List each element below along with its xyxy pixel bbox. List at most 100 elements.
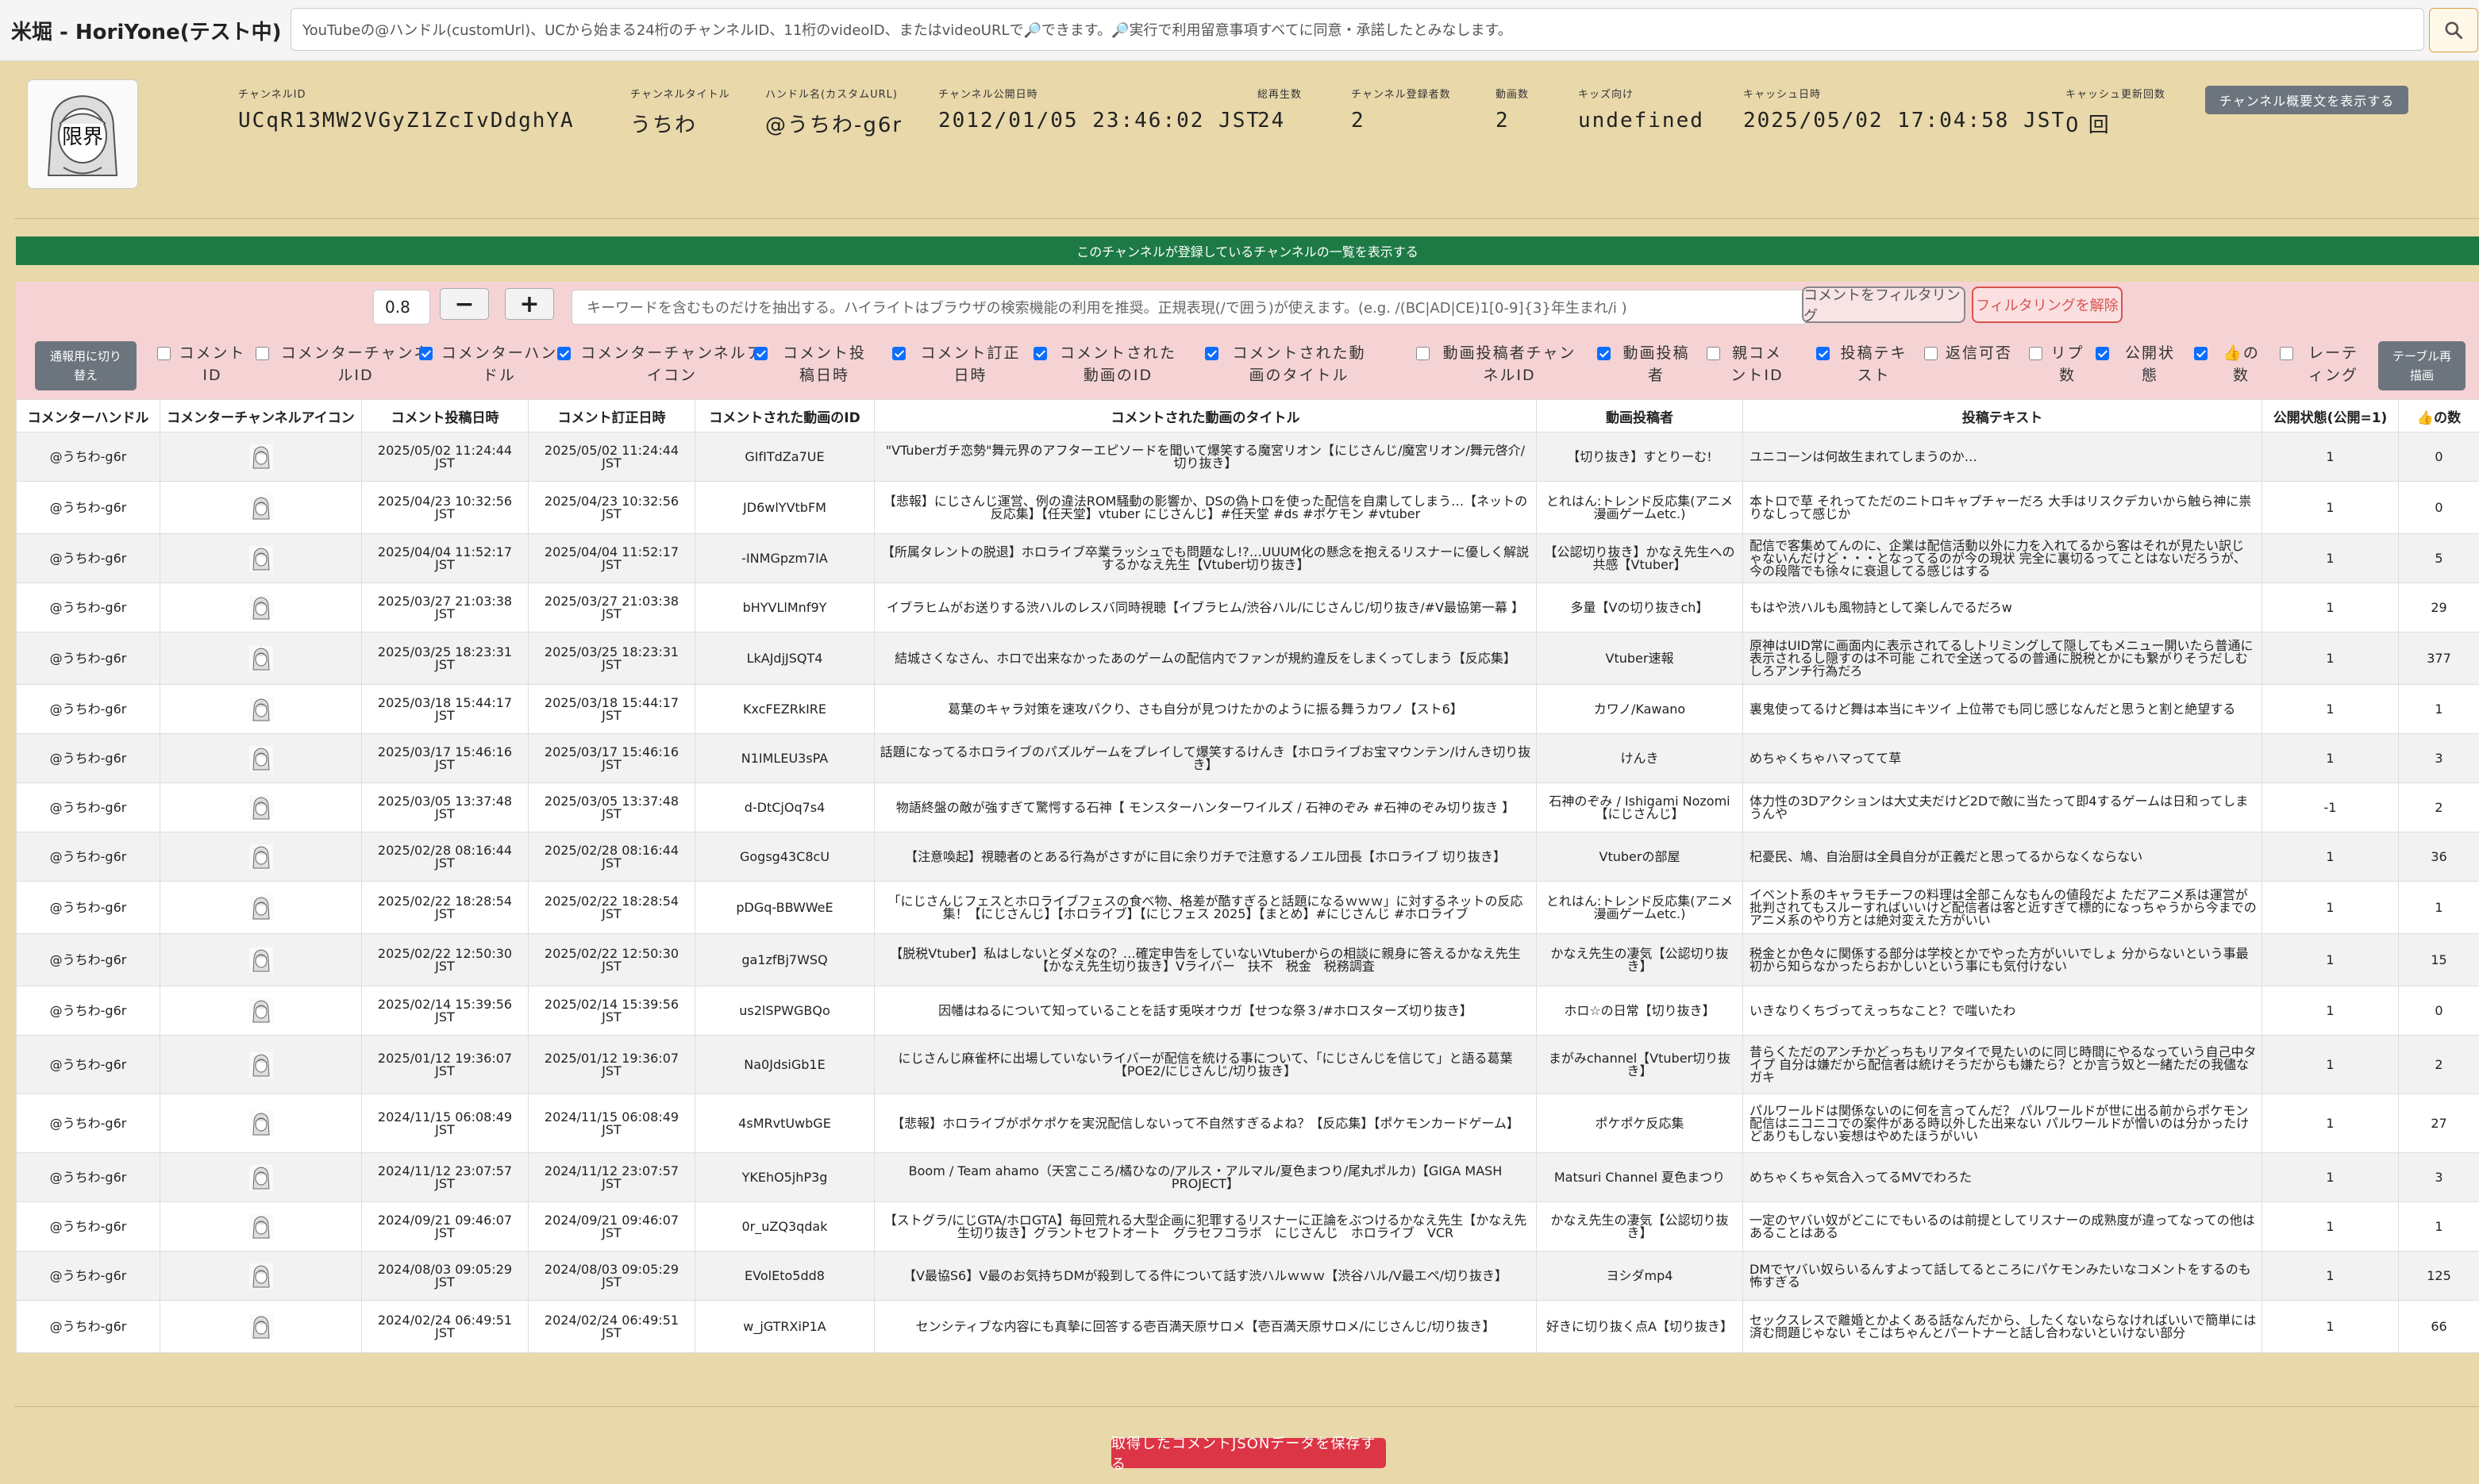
column-checkbox[interactable] [2096, 347, 2109, 360]
column-checkbox[interactable] [1205, 347, 1218, 360]
column-toggle[interactable]: 親コメントID [1707, 342, 1786, 386]
cell-uploader: Vtuberの部屋 [1536, 832, 1743, 882]
column-checkbox[interactable] [256, 347, 269, 360]
column-toggle[interactable]: コメント投稿日時 [754, 342, 873, 386]
header-posted[interactable]: コメント投稿日時 [361, 399, 529, 433]
cell-likes: 2 [2398, 1035, 2479, 1094]
cell-video-id: Gogsg43C8cU [695, 832, 875, 882]
cell-text: 昔らくただのアンチかどっちもリアタイで見たいのに同じ時間にやるなっていう自己中タ… [1742, 1035, 2262, 1094]
column-toggle[interactable]: 投稿テキスト [1816, 342, 1910, 386]
clear-filter-button[interactable]: フィルタリングを解除 [1972, 286, 2123, 323]
cell-video-id: 0r_uZQ3qdak [695, 1201, 875, 1251]
cell-likes: 5 [2398, 533, 2479, 583]
cell-edited: 2025/02/14 15:39:56 JST [528, 986, 695, 1036]
info-handle: ハンドル名(カスタムURL) @うちわ-g6r [765, 89, 903, 137]
cell-video-title: にじさんじ麻雀杯に出場していないライバーが配信を統ける事について、「にじさんじを… [874, 1035, 1537, 1094]
cell-likes: 27 [2398, 1094, 2479, 1153]
table-row: @うちわ-g6r 2024/08/03 09:05:29 JST 2024/08/0… [16, 1251, 2479, 1301]
column-toggle[interactable]: コメントID [157, 342, 246, 386]
column-checkbox[interactable] [1924, 347, 1938, 360]
column-checkbox[interactable] [754, 347, 768, 360]
column-toggle[interactable]: コメント訂正日時 [892, 342, 1027, 386]
header-likes[interactable]: 👍の数 [2398, 399, 2479, 433]
column-checkbox[interactable] [557, 347, 571, 360]
cell-text: 一定のヤバい奴がどこにでもいるのは前提としてリスナーの成熟度が違ってなっての他は… [1742, 1201, 2262, 1251]
column-checkbox[interactable] [2280, 347, 2293, 360]
cell-video-id: JD6wlYVtbFM [695, 481, 875, 534]
cell-video-title: 【ストグラ/にじGTA/ホロGTA】毎回荒れる大型企画に犯罪するリスナーに正論を… [874, 1201, 1537, 1251]
cell-edited: 2025/02/28 08:16:44 JST [528, 832, 695, 882]
column-checkbox[interactable] [1707, 347, 1720, 360]
plus-button[interactable]: + [505, 288, 554, 320]
cell-likes: 377 [2398, 632, 2479, 685]
column-toggle-label: コメンターチャンネルID [280, 344, 431, 384]
cell-icon [160, 632, 362, 685]
cell-status: 1 [2262, 881, 2399, 934]
threshold-input[interactable]: 0.8 [373, 290, 430, 325]
cell-text: 裏鬼使ってるけど舞は本当にキツイ 上位帯でも同じ感じなんだと思うと割と絶望する [1742, 684, 2262, 734]
commenter-avatar-icon [248, 594, 273, 621]
cell-posted: 2025/05/02 11:24:44 JST [361, 432, 529, 482]
commenter-avatar-icon [248, 745, 273, 771]
subscriptions-button[interactable]: このチャンネルが登録しているチャンネルの一覧を表示する [16, 236, 2479, 265]
cell-uploader: かなえ先生の凄気【公認切り抜き】 [1536, 933, 1743, 986]
header-icon[interactable]: コメンターチャンネルアイコン [160, 399, 362, 433]
column-checkbox[interactable] [892, 347, 906, 360]
column-checkbox[interactable] [2029, 347, 2042, 360]
table-row: @うちわ-g6r 2025/05/02 11:24:44 JST 2025/05/0… [16, 432, 2479, 482]
cell-likes: 66 [2398, 1300, 2479, 1353]
cell-icon [160, 481, 362, 534]
column-checkbox[interactable] [1597, 347, 1611, 360]
column-toggle[interactable]: レーティング [2280, 342, 2365, 386]
report-mode-button[interactable]: 通報用に切り替え [35, 341, 137, 390]
column-toggle-label: リプ数 [2050, 344, 2084, 384]
app-title: 米堀 - HoriYone(テスト中) [11, 20, 282, 44]
column-toggle[interactable]: コメントされた動画のID [1034, 342, 1181, 386]
save-json-button[interactable]: 取得したコメントJSONデータを保存する [1111, 1436, 1386, 1473]
column-toggle[interactable]: 動画投稿者 [1597, 342, 1694, 386]
column-toggle[interactable]: コメンターハンドル [419, 342, 558, 386]
table-row: @うちわ-g6r 2025/02/28 08:16:44 JST 2025/02/2… [16, 832, 2479, 882]
column-checkbox[interactable] [157, 347, 171, 360]
column-toggle[interactable]: 返信可否 [1924, 342, 2019, 364]
column-checkbox[interactable] [1416, 347, 1430, 360]
column-toggle[interactable]: コメントされた動画のタイトル [1205, 342, 1372, 386]
cell-edited: 2024/02/24 06:49:51 JST [528, 1300, 695, 1353]
column-checkbox[interactable] [1816, 347, 1830, 360]
search-input[interactable]: YouTubeの@ハンドル(customUrl)、UCから始まる24桁のチャンネ… [291, 8, 2424, 51]
cell-posted: 2025/02/22 18:28:54 JST [361, 881, 529, 934]
header-uploader[interactable]: 動画投稿者 [1536, 399, 1743, 433]
header-status[interactable]: 公開状態(公開=1) [2262, 399, 2399, 433]
cell-likes: 3 [2398, 733, 2479, 783]
info-subscribers: チャンネル登録者数 2 [1351, 89, 1451, 133]
column-checkbox[interactable] [2194, 347, 2208, 360]
column-checkbox[interactable] [1034, 347, 1047, 360]
column-checkbox[interactable] [419, 347, 433, 360]
header-text[interactable]: 投稿テキスト [1742, 399, 2262, 433]
header-handle[interactable]: コメンターハンドル [16, 399, 160, 433]
header-edited[interactable]: コメント訂正日時 [528, 399, 695, 433]
cell-uploader: かなえ先生の凄気【公認切り抜き】 [1536, 1201, 1743, 1251]
column-toggle[interactable]: 👍の数 [2194, 342, 2267, 386]
search-button[interactable] [2429, 8, 2478, 52]
column-toggle[interactable]: 公開状態 [2096, 342, 2183, 386]
filter-panel: 0.8 − + キーワードを含むものだけを抽出する。ハイライトはブラウザの検索機… [16, 282, 2479, 399]
cell-status: 1 [2262, 1251, 2399, 1301]
column-toggle[interactable]: リプ数 [2029, 342, 2084, 386]
column-toggle[interactable]: コメンターチャンネルID [256, 342, 434, 386]
filter-comments-button[interactable]: コメントをフィルタリング [1802, 286, 1965, 325]
cell-handle: @うちわ-g6r [16, 533, 160, 583]
keyword-input[interactable]: キーワードを含むものだけを抽出する。ハイライトはブラウザの検索機能の利用を推奨。… [572, 290, 1807, 325]
header-video-id[interactable]: コメントされた動画のID [695, 399, 875, 433]
show-description-button[interactable]: チャンネル概要文を表示する [2205, 86, 2408, 114]
cell-handle: @うちわ-g6r [16, 1300, 160, 1353]
redraw-table-button[interactable]: テーブル再描画 [2378, 341, 2466, 390]
cell-uploader: とれはん:トレンド反応集(アニメ漫画ゲームetc.) [1536, 881, 1743, 934]
column-toggle[interactable]: コメンターチャンネルアイコン [557, 342, 765, 386]
header-video-title[interactable]: コメントされた動画のタイトル [874, 399, 1537, 433]
minus-button[interactable]: − [440, 288, 489, 320]
cell-icon [160, 1201, 362, 1251]
commenter-avatar-icon [248, 696, 273, 722]
column-toggle[interactable]: 動画投稿者チャンネルID [1416, 342, 1581, 386]
cell-video-id: d-DtCjOq7s4 [695, 782, 875, 832]
